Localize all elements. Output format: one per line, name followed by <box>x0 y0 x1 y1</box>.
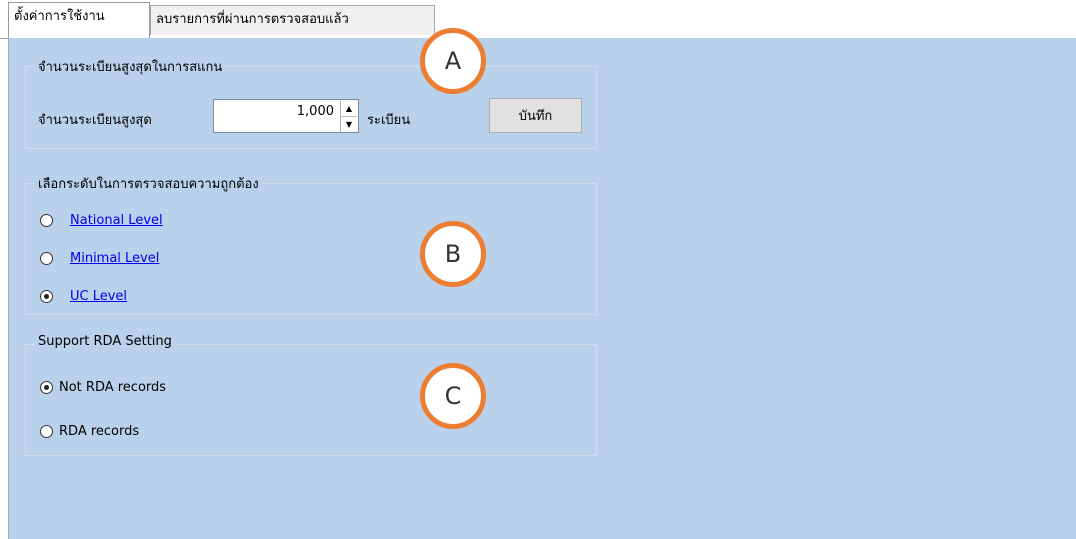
save-button[interactable]: บันทึก <box>489 98 582 133</box>
marker-c-label: C <box>444 382 462 410</box>
save-button-label: บันทึก <box>518 109 553 124</box>
tab-strip: ตั้งค่าการใช้งาน ลบรายการที่ผ่านการตรวจส… <box>0 0 1076 40</box>
max-records-value: 1,000 <box>296 104 334 119</box>
spin-down-icon[interactable]: ▼ <box>341 116 357 132</box>
rda-setting-legend: Support RDA Setting <box>34 334 176 349</box>
radio-minimal-icon[interactable] <box>40 252 53 265</box>
annotation-marker-c: C <box>420 363 486 429</box>
max-records-group: จำนวนระเบียนสูงสุดในการสแกน จำนวนระเบียน… <box>25 56 597 149</box>
unit-label: ระเบียน <box>367 113 411 128</box>
tab-settings-label: ตั้งค่าการใช้งาน <box>14 9 105 24</box>
stepper-buttons: ▲ ▼ <box>340 101 357 132</box>
max-records-legend: จำนวนระเบียนสูงสุดในการสแกน <box>34 56 227 77</box>
validation-level-group: เลือกระดับในการตรวจสอบความถูกต้อง Nation… <box>25 173 597 315</box>
radio-uc-level[interactable]: UC Level <box>40 289 127 304</box>
marker-a-label: A <box>444 47 462 75</box>
max-records-label: จำนวนระเบียนสูงสุด <box>38 113 152 128</box>
settings-panel: จำนวนระเบียนสูงสุดในการสแกน จำนวนระเบียน… <box>8 38 1076 539</box>
uc-level-link[interactable]: UC Level <box>70 289 127 304</box>
radio-rda-icon[interactable] <box>40 425 53 438</box>
national-level-link[interactable]: National Level <box>70 213 163 228</box>
tab-delete-verified[interactable]: ลบรายการที่ผ่านการตรวจสอบแล้ว <box>150 5 435 35</box>
radio-national-icon[interactable] <box>40 214 53 227</box>
marker-b-label: B <box>444 240 462 268</box>
not-rda-label: Not RDA records <box>59 380 167 395</box>
validation-level-legend: เลือกระดับในการตรวจสอบความถูกต้อง <box>34 173 263 194</box>
radio-uc-icon[interactable] <box>40 290 53 303</box>
radio-not-rda-icon[interactable] <box>40 381 53 394</box>
spin-up-icon[interactable]: ▲ <box>341 101 357 116</box>
radio-not-rda[interactable]: Not RDA records <box>40 380 166 395</box>
rda-setting-group: Support RDA Setting Not RDA records RDA … <box>25 334 597 456</box>
max-records-stepper[interactable]: 1,000 ▲ ▼ <box>213 99 359 133</box>
radio-national-level[interactable]: National Level <box>40 213 163 228</box>
tab-settings[interactable]: ตั้งค่าการใช้งาน <box>8 2 150 38</box>
radio-rda[interactable]: RDA records <box>40 424 139 439</box>
radio-minimal-level[interactable]: Minimal Level <box>40 251 159 266</box>
rda-label: RDA records <box>59 424 140 439</box>
annotation-marker-a: A <box>420 28 486 94</box>
annotation-marker-b: B <box>420 221 486 287</box>
minimal-level-link[interactable]: Minimal Level <box>70 251 159 266</box>
tab-delete-verified-label: ลบรายการที่ผ่านการตรวจสอบแล้ว <box>156 12 349 27</box>
